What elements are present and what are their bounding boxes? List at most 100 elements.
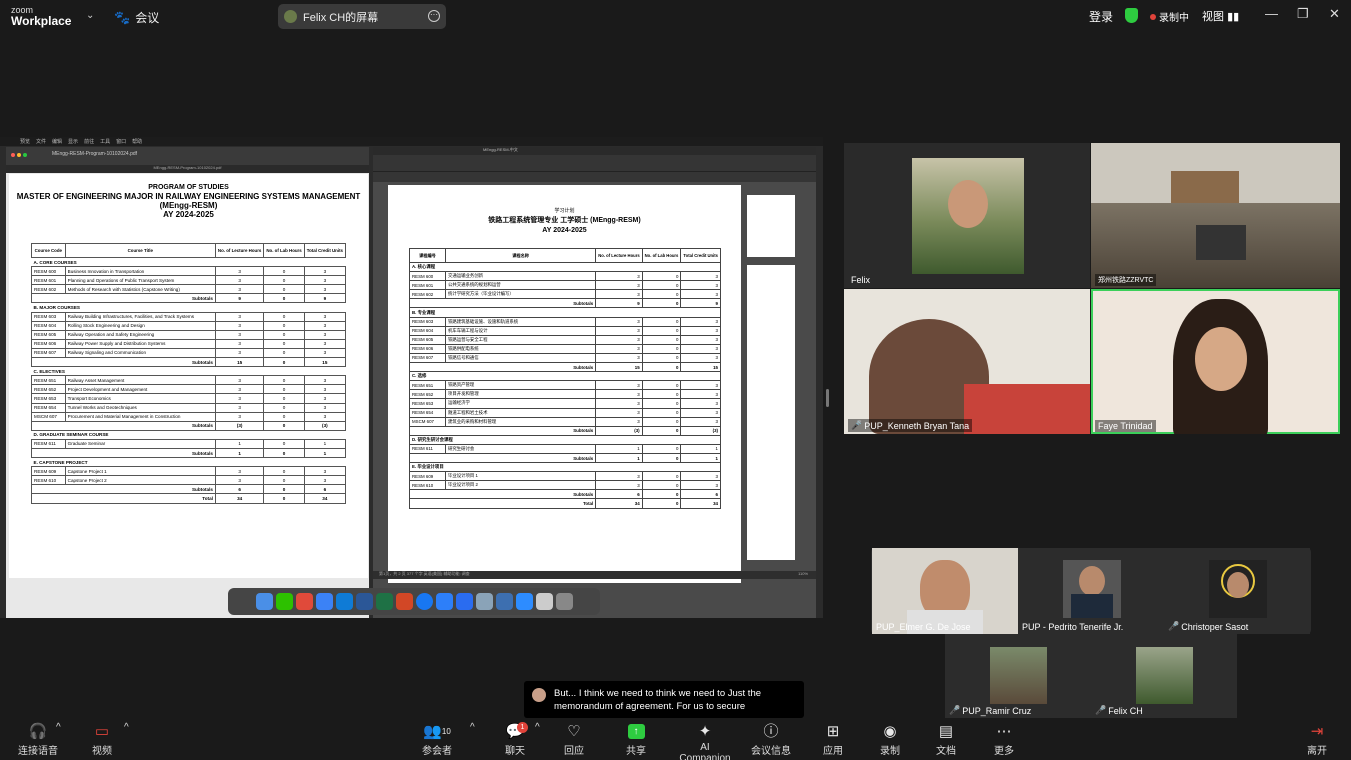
audio-options-caret[interactable]: ^ bbox=[56, 722, 61, 733]
chevron-down-icon[interactable]: ⌄ bbox=[86, 10, 94, 21]
table-row: RESM 611 Graduate Seminar 1 0 1 bbox=[31, 438, 347, 449]
apps-button[interactable]: ⊞ 应用 bbox=[821, 722, 845, 757]
table-cell: RESM 609 bbox=[31, 466, 66, 477]
table-cell: 3 bbox=[595, 380, 643, 391]
more-button[interactable]: ⋯ 更多 bbox=[992, 722, 1016, 757]
table-cell: 3 bbox=[680, 325, 721, 336]
participant-tile-room[interactable]: 郑州铁路ZZRVTC bbox=[1091, 143, 1340, 288]
apps-label: 应用 bbox=[823, 746, 843, 757]
section-row: A. 核心课程 bbox=[409, 261, 721, 273]
table-cell: 铁路资产管理 bbox=[444, 380, 597, 391]
meeting-info-button[interactable]: ⓘ 会议信息 bbox=[751, 722, 791, 757]
table-cell: 3 bbox=[680, 343, 721, 354]
table-cell: 3 bbox=[595, 471, 643, 482]
table-cell: 0 bbox=[641, 498, 682, 509]
resize-handle[interactable] bbox=[826, 389, 829, 407]
subtotal-row: Total 34 0 34 bbox=[408, 498, 721, 509]
share-button[interactable]: ↑ 共享 bbox=[624, 722, 648, 757]
table-cell: 3 bbox=[595, 352, 643, 364]
video-options-caret[interactable]: ^ bbox=[124, 722, 129, 733]
participant-tile-felixch[interactable]: 🎤 Felix CH bbox=[1091, 634, 1237, 718]
table-row: MSCM 607 建筑业的采购和材料管理 3 0 3 bbox=[409, 416, 721, 427]
col-header: Total Credit Units bbox=[680, 248, 721, 263]
docs-button[interactable]: ▤ 文档 bbox=[934, 722, 958, 757]
subtotal-row: Subtotals 9 0 9 bbox=[31, 293, 347, 304]
table-cell: 0 bbox=[641, 362, 682, 373]
view-button[interactable]: 视图 ▮▮ bbox=[1202, 8, 1239, 24]
participant-tile-pedrito[interactable]: PUP - Pedrito Tenerife Jr. bbox=[1018, 548, 1164, 634]
table-cell: 0 bbox=[641, 389, 682, 400]
table-row: RESM 654 Tunnel Works and Geotechniques 3 0… bbox=[31, 402, 347, 413]
record-label: 录制 bbox=[880, 746, 900, 757]
table-cell: 0 bbox=[641, 471, 682, 482]
screen-share-pill[interactable]: Felix CH的屏幕 ··· bbox=[278, 4, 446, 29]
table-cell: RESM 603 bbox=[409, 316, 446, 327]
ai-companion-button[interactable]: ✦ AI Companion bbox=[674, 722, 736, 760]
close-icon[interactable]: ✕ bbox=[1329, 6, 1340, 22]
table-cell: 隧道工程和岩土技术 bbox=[444, 407, 597, 418]
participant-tile-christoper[interactable]: 🎤 Christoper Sasot bbox=[1164, 548, 1310, 634]
pedrito-avatar bbox=[1063, 560, 1121, 618]
subtotal-row: Subtotals (3) 0 (3) bbox=[31, 420, 347, 431]
minimize-dot-icon bbox=[17, 153, 21, 157]
table-row: RESM 651 铁路资产管理 3 0 3 bbox=[409, 380, 721, 391]
table-row: RESM 609 Capstone Project 1303 bbox=[31, 466, 347, 477]
subtotal-row: Subtotals 1 0 1 bbox=[408, 452, 721, 464]
table-cell: RESM 609 bbox=[409, 471, 446, 482]
audio-button[interactable]: 🎧 连接语音 bbox=[18, 722, 58, 757]
table-cell: 3 bbox=[595, 389, 643, 400]
participants-button[interactable]: 👥10 参会者 bbox=[420, 722, 454, 757]
video-off-icon: ▭ bbox=[94, 723, 110, 740]
login-button[interactable]: 登录 bbox=[1089, 8, 1113, 25]
security-shield-icon[interactable] bbox=[1125, 8, 1138, 23]
table-cell: 0 bbox=[263, 420, 305, 431]
table-row: RESM 602 Methods of Research with Statist… bbox=[31, 284, 347, 295]
table-row: RESM 604 Rolling Stock Engineering and De… bbox=[31, 320, 347, 331]
video-label: 视频 bbox=[92, 746, 112, 757]
safari-icon bbox=[315, 593, 333, 610]
table-cell: Railway Building Infrastructures, Facili… bbox=[64, 311, 216, 322]
preview-icon bbox=[475, 593, 493, 610]
table-cell: 3 bbox=[303, 275, 347, 286]
record-button[interactable]: ◉ 录制 bbox=[878, 722, 902, 757]
participant-tile-ramir[interactable]: 🎤 PUP_Ramir Cruz bbox=[945, 634, 1091, 718]
chat-options-caret[interactable]: ^ bbox=[535, 722, 540, 733]
ai-label: AI Companion bbox=[679, 742, 731, 760]
table-row: RESM 653 运输经济学 3 0 3 bbox=[409, 398, 721, 409]
recording-indicator[interactable]: 录制中 bbox=[1150, 9, 1189, 24]
table-cell: Tunnel Works and Geotechniques bbox=[64, 402, 216, 413]
chat-button[interactable]: 💬 1 聊天 bbox=[503, 722, 528, 757]
table-cell: 3 bbox=[303, 475, 347, 486]
table-cell: 3 bbox=[303, 284, 347, 295]
video-button[interactable]: ▭ 视频 bbox=[88, 722, 116, 757]
col-header: Total Credit Units bbox=[303, 243, 347, 258]
participant-tile-felix[interactable]: Felix bbox=[844, 143, 1090, 288]
more-options-icon[interactable]: ··· bbox=[428, 10, 440, 22]
participant-tile-kenneth[interactable]: 🎤 PUP_Kenneth Bryan Tana bbox=[844, 289, 1090, 434]
table-cell: 3 bbox=[214, 347, 265, 359]
felixch-avatar bbox=[1136, 647, 1193, 704]
table-cell: B. 专业课程 bbox=[409, 307, 721, 318]
meeting-menu[interactable]: 🐾 会议 bbox=[114, 9, 159, 26]
participant-name: Felix bbox=[851, 275, 871, 285]
participant-tile-elmer[interactable]: PUP_Elmer G. De Jose bbox=[872, 548, 1018, 634]
share-label: 共享 bbox=[626, 746, 646, 757]
participant-tile-faye[interactable]: Faye Trinidad bbox=[1091, 289, 1340, 434]
table-cell: 3 bbox=[680, 471, 721, 482]
info-label: 会议信息 bbox=[751, 746, 791, 757]
table-cell: (3) bbox=[303, 420, 347, 431]
zoom-dot-icon bbox=[23, 153, 27, 157]
table-cell: 公共交通系统的规划和运营 bbox=[444, 280, 597, 291]
table-cell: 1 bbox=[303, 438, 347, 449]
reactions-button[interactable]: ♡ 回应 bbox=[562, 722, 586, 757]
col-header: 课程名称 bbox=[444, 248, 597, 263]
leave-button[interactable]: ⇥ 离开 bbox=[1305, 722, 1329, 757]
restore-icon[interactable]: ❐ bbox=[1297, 6, 1309, 22]
subtotal-row: Subtotals 6 0 6 bbox=[31, 484, 347, 495]
minimize-icon[interactable]: — bbox=[1265, 6, 1278, 21]
participants-options-caret[interactable]: ^ bbox=[470, 722, 475, 733]
document-icon bbox=[535, 593, 553, 610]
face bbox=[1195, 327, 1247, 391]
table-cell: 6 bbox=[303, 484, 347, 495]
table-cell: 3 bbox=[214, 375, 265, 386]
